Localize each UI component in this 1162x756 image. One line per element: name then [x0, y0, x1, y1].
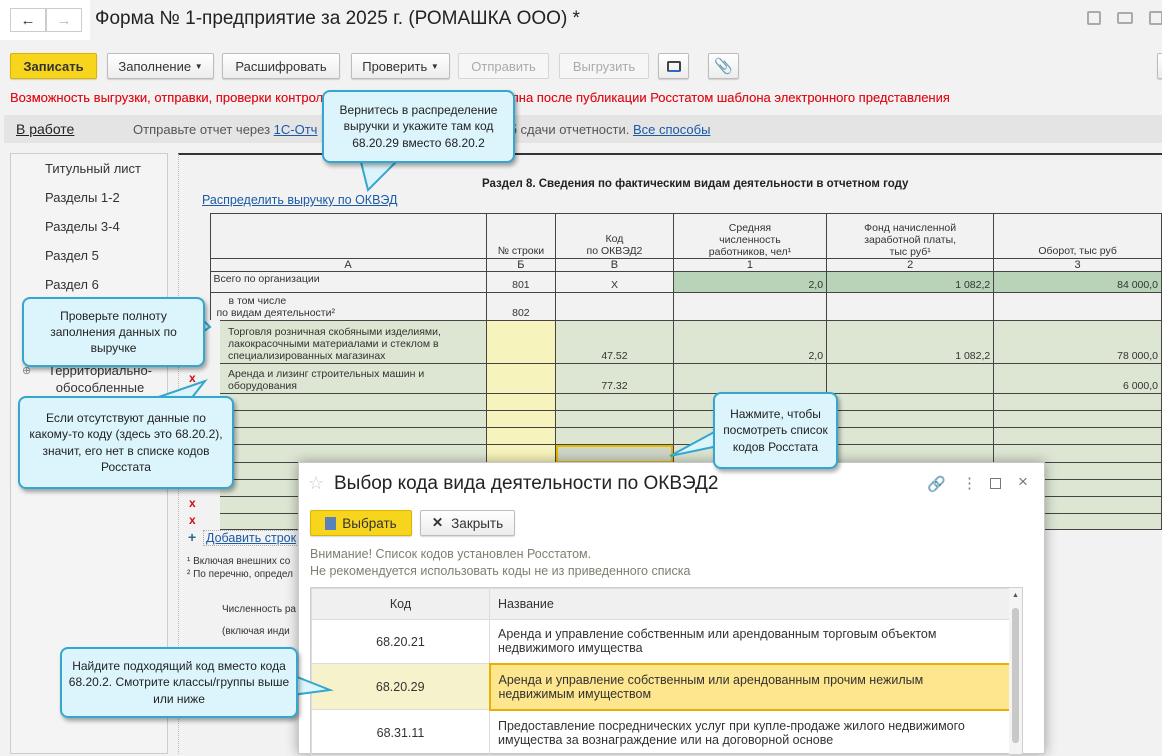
callout-missing-code: Если отсутствуют данные по какому-то код…: [18, 396, 234, 489]
callout-click-for-list: Нажмите, чтобы посмотреть список кодов Р…: [713, 392, 838, 469]
callout-tails: [149, 157, 719, 697]
callout-check-revenue: Проверьте полноту заполнения данных по в…: [22, 297, 205, 367]
callout-find-code: Найдите подходящий код вместо кода 68.20…: [60, 647, 298, 718]
callout-return-to-distribution: Вернитесь в распределение выручки и укаж…: [322, 90, 515, 163]
callout-tail: [669, 428, 719, 457]
